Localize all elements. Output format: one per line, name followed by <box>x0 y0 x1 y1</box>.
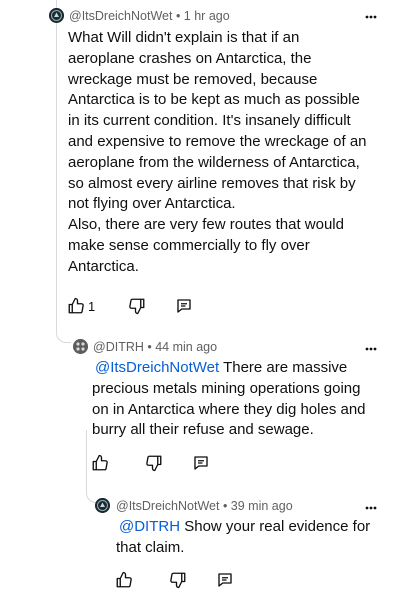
thread-line <box>56 0 57 318</box>
reply-comment-icon <box>218 573 232 587</box>
like-count: 1 <box>88 298 96 314</box>
mention-link[interactable]: @DITRH <box>119 518 180 535</box>
dislike-button[interactable] <box>169 570 187 590</box>
author-avatar[interactable] <box>73 339 88 354</box>
comment-time: • 1 hr ago <box>175 9 230 23</box>
comment-actions <box>91 453 210 473</box>
thumbs-down-icon <box>129 298 145 315</box>
thumbs-down-icon <box>146 455 162 472</box>
grey-pattern-avatar-icon <box>73 339 88 354</box>
reply-button[interactable] <box>216 570 234 590</box>
comment-author[interactable]: @ItsDreichNotWet <box>116 499 219 513</box>
thumbs-up-icon <box>68 297 84 314</box>
comment-meta: @ItsDreichNotWet • 39 min ago <box>116 499 293 513</box>
reply-button[interactable] <box>192 453 210 473</box>
more-vertical-icon[interactable] <box>364 501 378 515</box>
author-avatar[interactable] <box>49 8 64 23</box>
comment-meta: @DITRH • 44 min ago <box>93 340 217 354</box>
dark-emblem-avatar-icon <box>49 8 64 23</box>
comment-body: @ItsDreichNotWet There are massive preci… <box>92 358 372 441</box>
comment-time: • 44 min ago <box>147 340 218 354</box>
comment-body: @DITRH Show your real evidence for that … <box>116 517 376 559</box>
like-button[interactable] <box>115 570 133 590</box>
thumbs-up-icon <box>92 454 108 471</box>
comment-author[interactable]: @ItsDreichNotWet <box>69 9 172 23</box>
dislike-button[interactable] <box>128 296 146 316</box>
dislike-button[interactable] <box>145 453 163 473</box>
thumbs-down-icon <box>170 572 186 589</box>
comment-body: What Will didn't explain is that if an a… <box>68 29 367 275</box>
reply-comment-icon <box>194 456 208 470</box>
comment-time: • 39 min ago <box>222 499 293 513</box>
more-vertical-icon[interactable] <box>364 342 378 356</box>
comment-actions: 1 <box>67 296 193 316</box>
more-vertical-icon[interactable] <box>364 10 378 24</box>
author-avatar[interactable] <box>95 498 110 513</box>
comment-actions <box>115 570 234 590</box>
reply-comment-icon <box>177 299 191 313</box>
dark-emblem-avatar-icon <box>95 498 110 513</box>
thumbs-up-icon <box>116 571 132 588</box>
reply-button[interactable] <box>175 296 193 316</box>
thread-connector <box>56 318 71 343</box>
mention-link[interactable]: @ItsDreichNotWet <box>95 359 219 376</box>
comment-author[interactable]: @DITRH <box>93 340 144 354</box>
like-button[interactable] <box>91 453 109 473</box>
comment-meta: @ItsDreichNotWet • 1 hr ago <box>69 9 230 23</box>
like-button[interactable]: 1 <box>67 296 95 316</box>
